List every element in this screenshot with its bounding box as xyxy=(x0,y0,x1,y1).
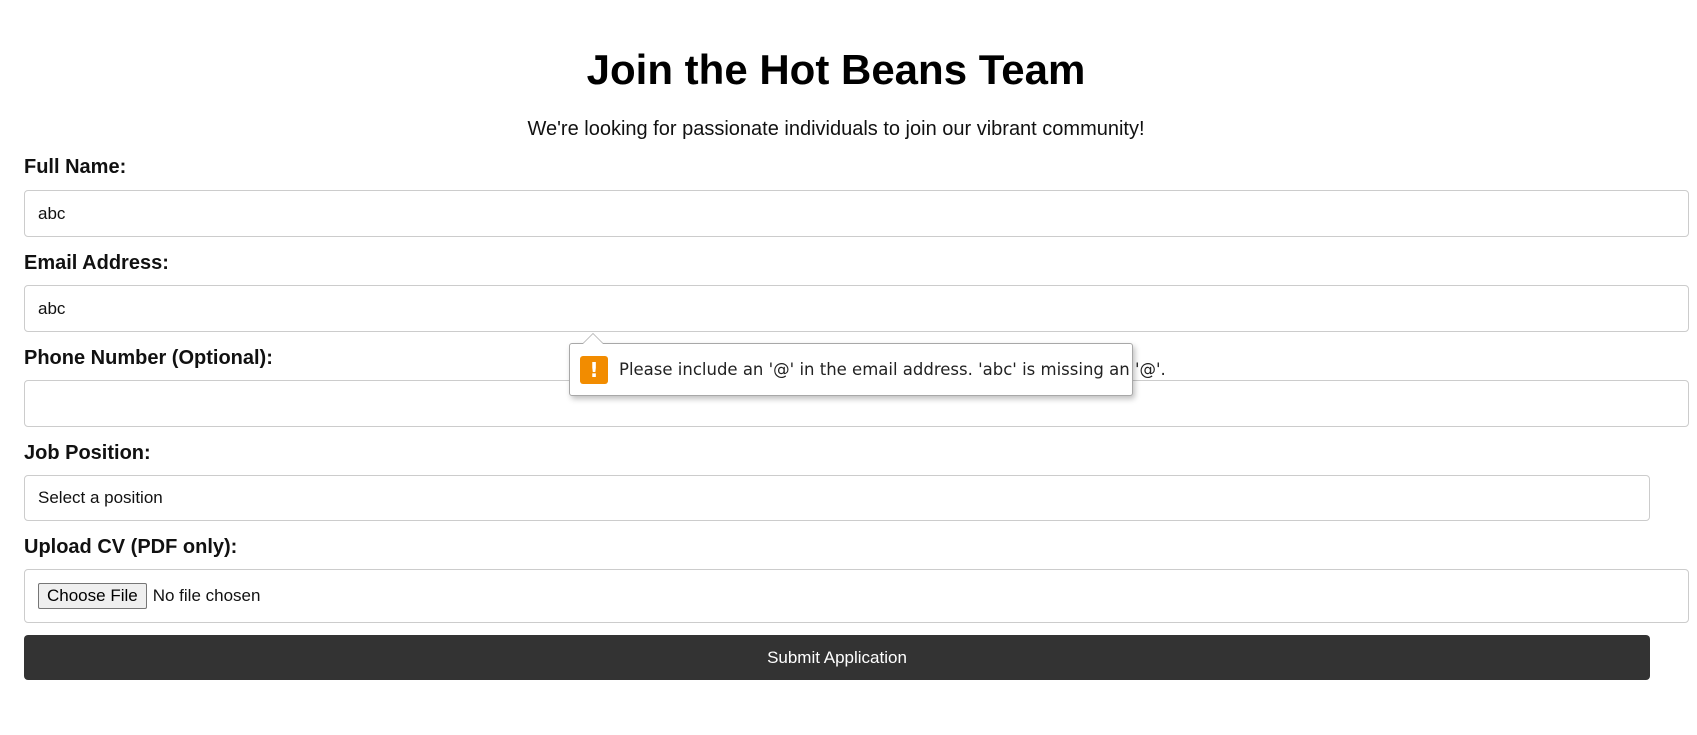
cv-upload-field: Choose File No file chosen xyxy=(24,569,1689,623)
cv-upload-label: Upload CV (PDF only): xyxy=(24,536,238,558)
full-name-input[interactable] xyxy=(24,190,1689,237)
tooltip-arrow xyxy=(582,333,604,344)
job-position-selected-value: Select a position xyxy=(38,488,163,507)
submit-application-button[interactable]: Submit Application xyxy=(24,635,1650,680)
validation-message: Please include an '@' in the email addre… xyxy=(619,360,1166,379)
email-validation-tooltip: ! Please include an '@' in the email add… xyxy=(569,333,1166,396)
page-subtitle: We're looking for passionate individuals… xyxy=(527,118,1145,140)
page-title: Join the Hot Beans Team xyxy=(586,46,1086,93)
phone-label: Phone Number (Optional): xyxy=(24,347,273,369)
full-name-label: Full Name: xyxy=(24,156,127,178)
file-status-text: No file chosen xyxy=(152,586,261,605)
email-input[interactable] xyxy=(24,285,1689,332)
job-position-select[interactable]: Select a position xyxy=(24,475,1650,521)
email-label: Email Address: xyxy=(24,252,169,274)
choose-file-button[interactable]: Choose File xyxy=(38,583,147,609)
warning-icon: ! xyxy=(580,355,608,384)
job-position-label: Job Position: xyxy=(24,442,151,464)
